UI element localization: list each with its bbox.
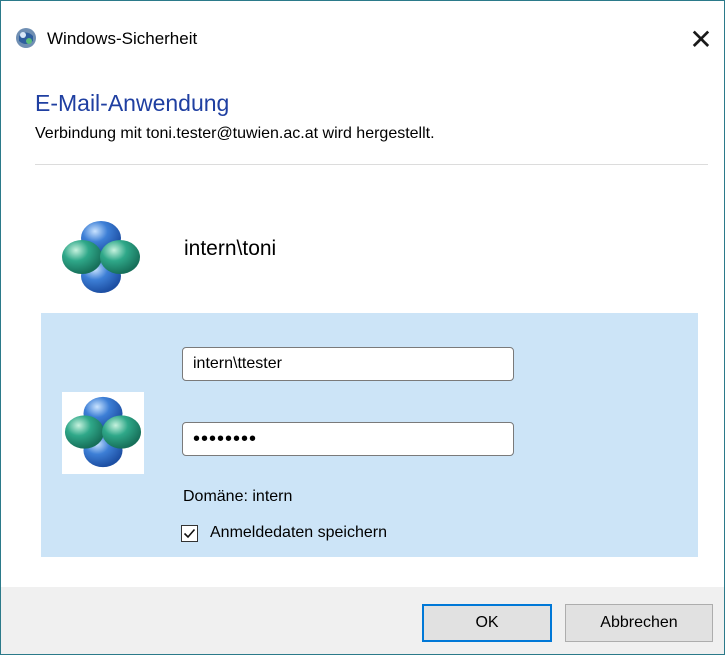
remember-checkbox[interactable] <box>181 524 198 542</box>
ok-button[interactable]: OK <box>422 604 552 642</box>
security-shield-icon <box>15 27 37 49</box>
user-avatar-icon <box>62 394 144 470</box>
remember-label[interactable]: Anmeldedaten speichern <box>210 524 387 542</box>
credential-avatar <box>62 392 144 474</box>
username-input[interactable] <box>182 347 514 381</box>
window-title: Windows-Sicherheit <box>47 29 198 48</box>
credential-dialog: Windows-Sicherheit ✕ E-Mail-Anwendung Ve… <box>0 0 725 655</box>
domain-label: Domäne: intern <box>183 488 293 505</box>
page-title: E-Mail-Anwendung <box>35 90 230 116</box>
password-input[interactable] <box>182 422 514 456</box>
close-icon[interactable]: ✕ <box>686 25 716 55</box>
checkmark-icon <box>183 528 196 538</box>
cancel-button[interactable]: Abbrechen <box>565 604 713 642</box>
user-avatar-icon <box>59 221 143 293</box>
remember-credentials-row[interactable]: Anmeldedaten speichern <box>181 524 387 542</box>
divider <box>35 164 708 165</box>
connection-message: Verbindung mit toni.tester@tuwien.ac.at … <box>35 125 435 142</box>
user-tile-name[interactable]: intern\toni <box>184 237 276 261</box>
